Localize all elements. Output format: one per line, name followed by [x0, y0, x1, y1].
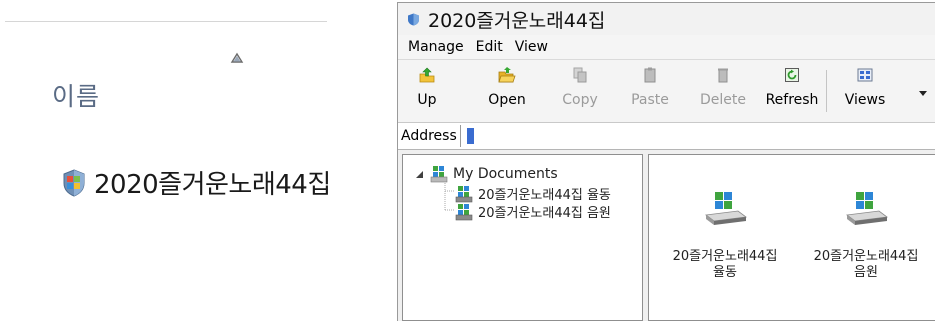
up-button[interactable]: Up: [410, 66, 444, 118]
content-item[interactable]: 20즐거운노래44집 율동: [665, 189, 785, 281]
shield-icon: [63, 168, 85, 197]
paste-label: Paste: [631, 92, 669, 108]
up-label: Up: [417, 92, 437, 108]
name-column-header[interactable]: 이름: [52, 77, 100, 113]
tree-item-label: 20즐거운노래44집 율동: [478, 188, 611, 203]
address-bar: Address: [398, 123, 935, 150]
content-view: 20즐거운노래44집 율동 20즐거운노래44집 음원: [648, 154, 935, 321]
content-item-label: 20즐거운노래44집: [672, 249, 778, 264]
paste-button[interactable]: Paste: [630, 66, 670, 118]
up-folder-icon: [419, 67, 435, 83]
windows-drive-icon: [455, 203, 473, 220]
delete-icon: [718, 68, 728, 83]
address-field[interactable]: [461, 125, 935, 147]
item-label: 2020즐거운노래44집: [94, 170, 331, 200]
delete-label: Delete: [700, 92, 746, 108]
views-button[interactable]: Views: [840, 66, 890, 118]
windows-drive-icon: [455, 185, 473, 202]
expanded-triangle-icon[interactable]: [415, 170, 424, 179]
delete-button[interactable]: Delete: [699, 66, 747, 118]
text-cursor: [466, 128, 474, 144]
open-folder-icon: [498, 67, 516, 83]
content-item-label-line2: 음원: [854, 265, 878, 280]
app-window: 2020즐거운노래44집 Manage Edit View Up Open Co…: [397, 2, 935, 321]
sort-ascending-icon[interactable]: [230, 52, 244, 64]
app-icon: [408, 13, 419, 25]
toolbar-separator: [826, 70, 827, 112]
tree-item-folder-2[interactable]: 20즐거운노래44집 음원: [455, 202, 611, 221]
copy-icon: [573, 67, 587, 83]
windows-drive-icon: [430, 166, 448, 183]
refresh-label: Refresh: [765, 92, 819, 108]
windows-drive-icon: [845, 192, 889, 225]
tree-item-label: My Documents: [453, 166, 558, 182]
open-button[interactable]: Open: [482, 66, 532, 118]
refresh-button[interactable]: Refresh: [764, 66, 820, 118]
address-label: Address: [398, 125, 461, 147]
toolbar: Up Open Copy Paste Delete Refresh Views: [398, 60, 935, 123]
views-label: Views: [844, 92, 886, 108]
paste-icon: [644, 67, 656, 83]
tree-item-label: 20즐거운노래44집 음원: [478, 206, 611, 221]
refresh-icon: [785, 68, 799, 82]
menu-bar: Manage Edit View: [398, 35, 935, 60]
views-icon: [857, 68, 873, 82]
content-item[interactable]: 20즐거운노래44집 음원: [806, 189, 926, 281]
explorer-detail-panel: 이름 2020즐거운노래44집: [0, 0, 360, 321]
content-item-label: 20즐거운노래44집: [813, 249, 919, 264]
tree-item-my-documents[interactable]: My Documents: [415, 165, 558, 183]
title-bar[interactable]: 2020즐거운노래44집: [398, 3, 935, 35]
copy-button[interactable]: Copy: [560, 66, 600, 118]
copy-label: Copy: [562, 92, 598, 108]
list-item[interactable]: 2020즐거운노래44집: [61, 164, 331, 201]
menu-manage[interactable]: Manage: [398, 39, 470, 55]
open-label: Open: [488, 92, 526, 108]
menu-view[interactable]: View: [509, 39, 554, 55]
folder-tree: My Documents 20즐거운노래44집 율동 20즐거운노래44집 음원: [402, 154, 643, 321]
header-divider: [5, 21, 327, 22]
panes: My Documents 20즐거운노래44집 율동 20즐거운노래44집 음원…: [398, 150, 935, 321]
windows-drive-icon: [704, 192, 748, 225]
tree-item-folder-1[interactable]: 20즐거운노래44집 율동: [455, 184, 611, 203]
window-title: 2020즐거운노래44집: [428, 9, 606, 32]
content-item-label-line2: 율동: [713, 265, 737, 280]
address-input[interactable]: [464, 127, 935, 145]
chevron-down-icon[interactable]: [918, 88, 928, 98]
menu-edit[interactable]: Edit: [470, 39, 509, 55]
